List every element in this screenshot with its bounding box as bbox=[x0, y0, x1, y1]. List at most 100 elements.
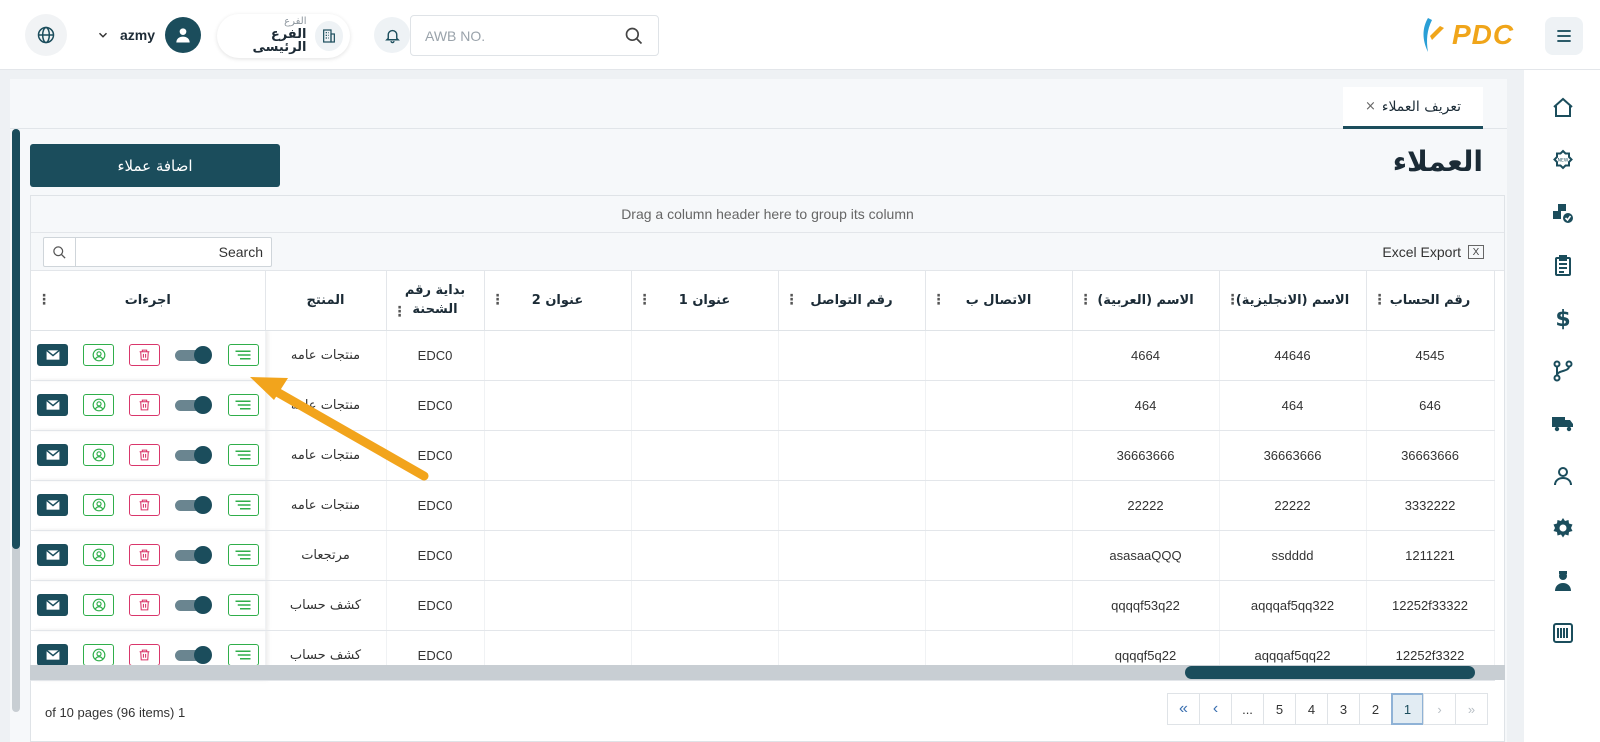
column-menu-icon[interactable]: ⋮ bbox=[785, 292, 799, 308]
cell-name-ar: 22222 bbox=[1072, 480, 1220, 531]
page-button[interactable]: ... bbox=[1231, 693, 1264, 725]
col-header-account-no[interactable]: ⋮ رقم الحساب bbox=[1366, 271, 1495, 331]
send-email-button[interactable] bbox=[37, 544, 68, 566]
col-header-name-en[interactable]: ⋮ الاسم (الانجليزية) bbox=[1219, 271, 1367, 331]
search-icon[interactable] bbox=[624, 26, 644, 46]
chevron-down-icon[interactable] bbox=[96, 28, 110, 42]
table-row[interactable]: منتجات عامه EDC0 36663666 36663666 36663666 bbox=[31, 430, 1495, 481]
page-button[interactable]: 5 bbox=[1263, 693, 1296, 725]
page-button[interactable]: 3 bbox=[1327, 693, 1360, 725]
page-button[interactable]: 1 bbox=[1391, 693, 1424, 725]
group-panel[interactable]: Drag a column header here to group its c… bbox=[31, 196, 1504, 233]
delete-button[interactable] bbox=[129, 594, 161, 616]
awb-search-input[interactable] bbox=[425, 27, 624, 44]
col-header-address1[interactable]: ⋮ عنوان 1 bbox=[631, 271, 779, 331]
column-menu-icon[interactable]: ⋮ bbox=[1079, 292, 1093, 308]
send-email-button[interactable] bbox=[37, 344, 68, 366]
avatar[interactable] bbox=[165, 17, 202, 53]
col-header-contact-by[interactable]: ⋮ الاتصال ب bbox=[925, 271, 1073, 331]
column-menu-icon[interactable]: ⋮ bbox=[1226, 292, 1240, 308]
vertical-scroll-thumb[interactable] bbox=[12, 129, 20, 549]
sidebar-item-delivery[interactable] bbox=[1550, 410, 1576, 436]
sidebar-item-reports[interactable] bbox=[1550, 253, 1576, 279]
sidebar-item-new[interactable]: NEW bbox=[1550, 148, 1576, 174]
table-row[interactable]: مرتجعات EDC0 asasaaQQQ ssdddd 1211221 bbox=[31, 530, 1495, 581]
branch-selector[interactable]: الفرع الفرع الرئيسى bbox=[217, 14, 350, 58]
grid-search-icon-wrap[interactable] bbox=[44, 238, 76, 266]
details-button[interactable] bbox=[227, 594, 259, 616]
active-toggle[interactable] bbox=[175, 596, 213, 614]
horizontal-scroll-thumb[interactable] bbox=[1185, 666, 1475, 679]
tab-customers-definition[interactable]: × تعريف العملاء bbox=[1343, 87, 1483, 129]
details-button[interactable] bbox=[227, 644, 259, 666]
user-account-button[interactable] bbox=[83, 344, 115, 366]
column-menu-icon[interactable]: ⋮ bbox=[1373, 292, 1387, 308]
page-button[interactable]: 2 bbox=[1359, 693, 1392, 725]
grid-search-input[interactable] bbox=[76, 244, 271, 260]
user-account-button[interactable] bbox=[83, 444, 115, 466]
active-toggle[interactable] bbox=[175, 496, 213, 514]
table-row[interactable]: كشف حساب EDC0 qqqqf53q22 aqqqaf5qq322 12252f… bbox=[31, 580, 1495, 631]
active-toggle[interactable] bbox=[175, 396, 213, 414]
delete-button[interactable] bbox=[129, 544, 161, 566]
sidebar-item-branches[interactable] bbox=[1550, 358, 1576, 384]
user-account-button[interactable] bbox=[83, 494, 115, 516]
add-customer-button[interactable]: اضافة عملاء bbox=[30, 144, 280, 187]
details-button[interactable] bbox=[227, 394, 259, 416]
sidebar-item-settings[interactable] bbox=[1550, 515, 1576, 541]
column-menu-icon[interactable]: ⋮ bbox=[491, 292, 505, 308]
col-header-address2[interactable]: ⋮ عنوان 2 bbox=[484, 271, 632, 331]
tab-close-icon[interactable]: × bbox=[1365, 99, 1376, 114]
send-email-button[interactable] bbox=[37, 594, 68, 616]
user-menu[interactable]: azmy bbox=[96, 17, 202, 53]
active-toggle[interactable] bbox=[175, 446, 213, 464]
user-account-button[interactable] bbox=[83, 544, 115, 566]
table-row[interactable]: منتجات عامه EDC0 4664 44646 4545 bbox=[31, 330, 1495, 381]
user-account-button[interactable] bbox=[83, 594, 115, 616]
delete-button[interactable] bbox=[129, 494, 161, 516]
column-menu-icon[interactable]: ⋮ bbox=[393, 304, 407, 320]
send-email-button[interactable] bbox=[37, 444, 68, 466]
table-row[interactable]: منتجات عامه EDC0 464 464 646 bbox=[31, 380, 1495, 431]
col-header-name-ar[interactable]: ⋮ الاسم (العربية) bbox=[1072, 271, 1220, 331]
page-button[interactable]: « bbox=[1167, 693, 1200, 725]
sidebar-item-customers[interactable] bbox=[1550, 463, 1576, 489]
page-button[interactable]: › bbox=[1423, 693, 1456, 725]
notifications-button[interactable] bbox=[374, 17, 410, 53]
send-email-button[interactable] bbox=[37, 644, 68, 666]
page-button[interactable]: ‹ bbox=[1199, 693, 1232, 725]
col-header-contact-no[interactable]: ⋮ رقم التواصل bbox=[778, 271, 926, 331]
delete-button[interactable] bbox=[129, 394, 161, 416]
details-button[interactable] bbox=[227, 544, 259, 566]
delete-button[interactable] bbox=[129, 344, 161, 366]
active-toggle[interactable] bbox=[175, 346, 213, 364]
language-globe-button[interactable] bbox=[25, 14, 67, 56]
delete-button[interactable] bbox=[129, 644, 161, 666]
sidebar-item-home[interactable] bbox=[1550, 95, 1576, 121]
details-button[interactable] bbox=[227, 444, 259, 466]
sidebar-item-barcodes[interactable] bbox=[1550, 620, 1576, 646]
sidebar-item-finance[interactable]: $ bbox=[1550, 305, 1576, 331]
col-header-product[interactable]: المنتج bbox=[265, 271, 387, 331]
user-account-button[interactable] bbox=[83, 644, 115, 666]
hamburger-menu-button[interactable] bbox=[1545, 17, 1583, 55]
details-button[interactable] bbox=[227, 494, 259, 516]
send-email-button[interactable] bbox=[37, 494, 68, 516]
delete-button[interactable] bbox=[129, 444, 161, 466]
col-header-actions[interactable]: ⋮ اجرءات bbox=[31, 271, 266, 331]
page-button[interactable]: » bbox=[1455, 693, 1488, 725]
user-account-button[interactable] bbox=[83, 394, 115, 416]
active-toggle[interactable] bbox=[175, 646, 213, 664]
table-row[interactable]: منتجات عامه EDC0 22222 22222 3332222 bbox=[31, 480, 1495, 531]
sidebar-item-agents[interactable] bbox=[1550, 568, 1576, 594]
page-button[interactable]: 4 bbox=[1295, 693, 1328, 725]
column-menu-icon[interactable]: ⋮ bbox=[932, 292, 946, 308]
send-email-button[interactable] bbox=[37, 394, 68, 416]
column-menu-icon[interactable]: ⋮ bbox=[37, 292, 51, 308]
col-header-awb-start[interactable]: ⋮ بداية رقم الشحنة bbox=[386, 271, 485, 331]
column-menu-icon[interactable]: ⋮ bbox=[638, 292, 652, 308]
details-button[interactable] bbox=[227, 344, 259, 366]
active-toggle[interactable] bbox=[175, 546, 213, 564]
excel-export-button[interactable]: Excel Export X bbox=[1382, 244, 1484, 260]
sidebar-item-shipments[interactable] bbox=[1550, 200, 1576, 226]
